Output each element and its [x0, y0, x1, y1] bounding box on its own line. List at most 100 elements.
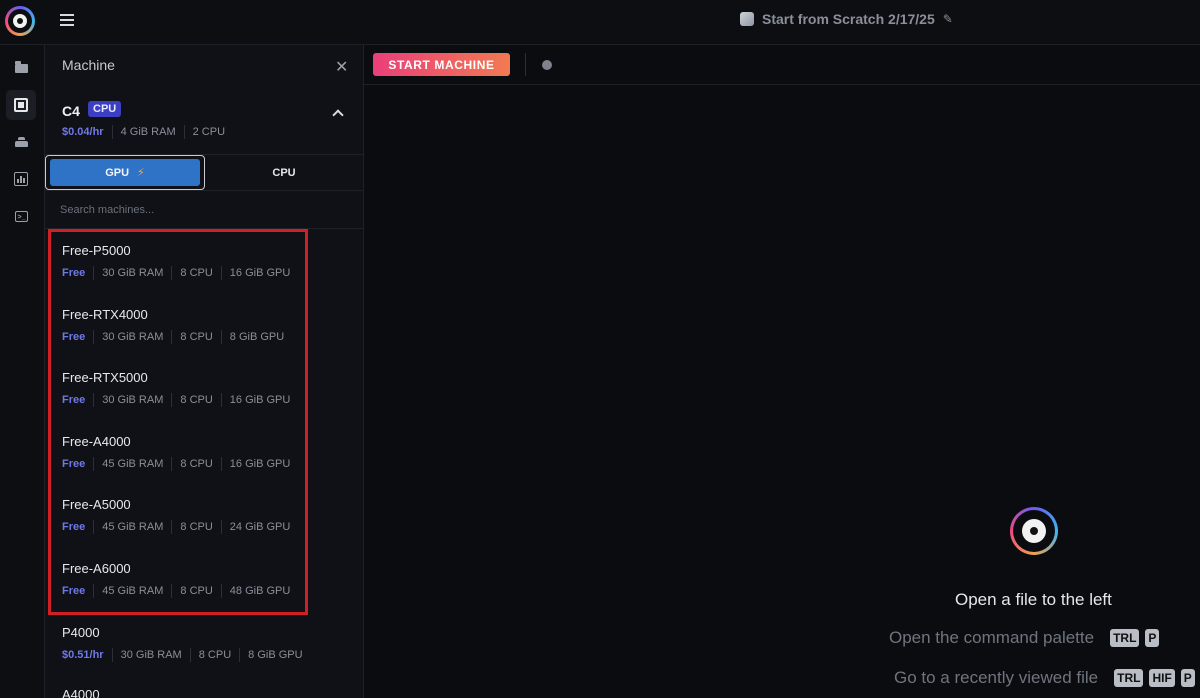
- shortcut-key: TRL: [1110, 629, 1140, 647]
- tab-gpu-outline: GPU ⚡: [45, 155, 205, 190]
- machine-rail-button[interactable]: [6, 90, 36, 120]
- tab-gpu-label: GPU: [105, 166, 130, 179]
- machine-price: Free: [62, 585, 86, 597]
- machine-specs: Free 30 GiB RAM 8 CPU 16 GiB GPU: [62, 393, 298, 407]
- shortcut-key: P: [1145, 629, 1160, 647]
- activity-rail: >_: [0, 45, 45, 698]
- notebook-title-text: Start from Scratch 2/17/25: [762, 11, 935, 27]
- notebook-icon: [740, 12, 754, 26]
- machine-cpu: 8 CPU: [171, 266, 220, 280]
- highlight-annotation: [48, 229, 308, 615]
- machine-ram: 30 GiB RAM: [111, 648, 190, 662]
- machine-ram: 30 GiB RAM: [93, 330, 171, 344]
- machine-specs: Free 30 GiB RAM 8 CPU 8 GiB GPU: [62, 330, 292, 344]
- machine-specs: Free 30 GiB RAM 8 CPU 16 GiB GPU: [62, 266, 298, 280]
- current-machine-badge: CPU: [88, 101, 122, 117]
- search-input[interactable]: [58, 200, 352, 220]
- machine-cpu: 8 CPU: [171, 520, 220, 534]
- command-palette-text: Open the command palette: [889, 628, 1095, 647]
- machine-item[interactable]: Free-RTX4000 Free 30 GiB RAM 8 CPU 8 GiB…: [62, 307, 292, 344]
- machine-gpu: 24 GiB GPU: [220, 520, 299, 534]
- current-ram: 4 GiB RAM: [111, 125, 184, 139]
- notebook-toolbar: START MACHINE: [364, 45, 1200, 85]
- chip-icon: [14, 98, 28, 112]
- machine-price: Free: [62, 521, 86, 533]
- machine-price: Free: [62, 394, 86, 406]
- machine-specs: Free 45 GiB RAM 8 CPU 48 GiB GPU: [62, 584, 298, 598]
- top-bar: Start from Scratch 2/17/25 ✎: [0, 0, 1200, 45]
- shortcut-key: P: [1180, 669, 1195, 687]
- machine-name: A4000: [62, 687, 100, 698]
- machine-item[interactable]: Free-P5000 Free 30 GiB RAM 8 CPU 16 GiB …: [62, 243, 298, 280]
- empty-state-logo-icon: [1010, 507, 1058, 555]
- machine-gpu: 8 GiB GPU: [220, 330, 292, 344]
- machine-gpu: 16 GiB GPU: [220, 393, 299, 407]
- shortcut-key: TRL: [1114, 669, 1144, 687]
- machine-price: $0.51/hr: [62, 649, 104, 661]
- lightning-icon: ⚡: [137, 167, 145, 179]
- chart-icon: [14, 172, 28, 186]
- files-rail-button[interactable]: [6, 53, 36, 83]
- data-rail-button[interactable]: [6, 127, 36, 157]
- machine-name: Free-A5000: [62, 497, 131, 512]
- machine-gpu: 8 GiB GPU: [239, 648, 310, 662]
- machine-item[interactable]: Free-RTX5000 Free 30 GiB RAM 8 CPU 16 Gi…: [62, 370, 298, 407]
- machine-price: Free: [62, 458, 86, 470]
- machine-ram: 30 GiB RAM: [93, 266, 171, 280]
- terminal-icon: >_: [14, 210, 28, 222]
- command-palette-hint: Open the command palette TRL P: [889, 628, 1160, 648]
- machine-gpu: 16 GiB GPU: [220, 457, 299, 471]
- machine-name: Free-RTX4000: [62, 307, 148, 322]
- start-machine-button[interactable]: START MACHINE: [373, 53, 510, 76]
- machine-cpu: 8 CPU: [189, 648, 239, 662]
- toolbar-divider: [525, 53, 526, 76]
- machine-cpu: 8 CPU: [171, 330, 220, 344]
- open-file-hint: Open a file to the left: [955, 590, 1112, 609]
- shortcut-key: HIF: [1149, 669, 1175, 687]
- machine-panel: Machine ✕ C4 CPU $0.04/hr 4 GiB RAM 2 CP…: [45, 45, 364, 698]
- chevron-up-icon[interactable]: [332, 109, 344, 121]
- machine-ram: 45 GiB RAM: [93, 520, 171, 534]
- machine-specs: $0.51/hr 30 GiB RAM 8 CPU 8 GiB GPU: [62, 648, 311, 662]
- stack-icon: [14, 137, 28, 147]
- machine-gpu: 16 GiB GPU: [220, 266, 299, 280]
- machine-type-tabs: GPU ⚡ CPU: [45, 154, 363, 191]
- machine-item[interactable]: A4000: [62, 687, 100, 698]
- machine-name: Free-A4000: [62, 434, 131, 449]
- machine-cpu: 8 CPU: [171, 393, 220, 407]
- machine-item[interactable]: Free-A5000 Free 45 GiB RAM 8 CPU 24 GiB …: [62, 497, 298, 534]
- recent-file-hint: Go to a recently viewed file TRL HIF P: [894, 668, 1195, 688]
- machine-specs: Free 45 GiB RAM 8 CPU 24 GiB GPU: [62, 520, 298, 534]
- machine-ram: 45 GiB RAM: [93, 584, 171, 598]
- recent-file-text: Go to a recently viewed file: [894, 668, 1099, 687]
- machine-item[interactable]: P4000 $0.51/hr 30 GiB RAM 8 CPU 8 GiB GP…: [62, 625, 311, 662]
- machine-ram: 30 GiB RAM: [93, 393, 171, 407]
- app-logo-icon[interactable]: [5, 6, 35, 36]
- machine-item[interactable]: Free-A4000 Free 45 GiB RAM 8 CPU 16 GiB …: [62, 434, 298, 471]
- terminal-rail-button[interactable]: >_: [6, 201, 36, 231]
- menu-icon[interactable]: [60, 14, 74, 28]
- machine-cpu: 8 CPU: [171, 457, 220, 471]
- machine-cpu: 8 CPU: [171, 584, 220, 598]
- current-cpu: 2 CPU: [183, 125, 233, 139]
- machine-ram: 45 GiB RAM: [93, 457, 171, 471]
- current-machine-specs: $0.04/hr 4 GiB RAM 2 CPU: [62, 125, 233, 139]
- current-machine-name: C4: [62, 103, 80, 119]
- metrics-rail-button[interactable]: [6, 164, 36, 194]
- machine-item[interactable]: Free-A6000 Free 45 GiB RAM 8 CPU 48 GiB …: [62, 561, 298, 598]
- folder-icon: [14, 60, 28, 73]
- machine-name: Free-RTX5000: [62, 370, 148, 385]
- machine-gpu: 48 GiB GPU: [220, 584, 299, 598]
- current-price: $0.04/hr: [62, 126, 104, 138]
- machine-search: [45, 191, 363, 229]
- tab-cpu[interactable]: CPU: [205, 155, 363, 190]
- machine-price: Free: [62, 267, 86, 279]
- machine-status-indicator: [542, 60, 552, 70]
- machine-name: Free-P5000: [62, 243, 131, 258]
- close-icon[interactable]: ✕: [335, 57, 348, 77]
- machine-name: Free-A6000: [62, 561, 131, 576]
- notebook-title[interactable]: Start from Scratch 2/17/25 ✎: [740, 11, 953, 27]
- tab-gpu[interactable]: GPU ⚡: [50, 159, 200, 186]
- edit-icon[interactable]: ✎: [943, 12, 953, 26]
- panel-title: Machine: [62, 57, 115, 73]
